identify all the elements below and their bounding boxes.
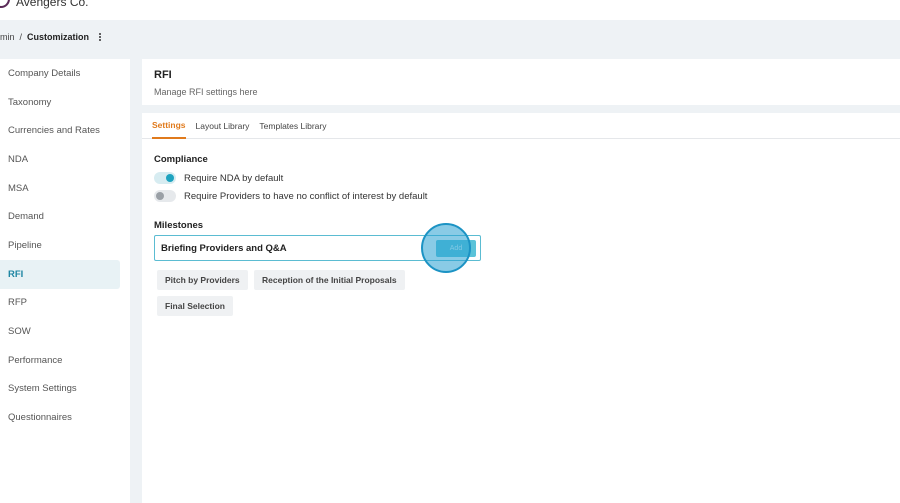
sidebar-item-label: Taxonomy <box>8 96 52 108</box>
sidebar: Company Details Taxonomy Currencies and … <box>0 59 130 503</box>
milestone-chip[interactable]: Pitch by Providers <box>157 270 248 290</box>
sidebar-item-label: NDA <box>8 153 29 165</box>
sidebar-item-label: SOW <box>8 326 31 338</box>
sidebar-item-msa[interactable]: MSA <box>0 174 120 203</box>
breadcrumb: min / Customization <box>0 32 103 42</box>
sidebar-item-nda[interactable]: NDA <box>0 145 120 174</box>
sidebar-item-label: RFI <box>8 268 24 280</box>
sidebar-item-rfi[interactable]: RFI <box>0 259 120 289</box>
breadcrumb-current: Customization <box>27 32 90 42</box>
sidebar-item-label: System Settings <box>8 383 77 395</box>
sidebar-item-label: Demand <box>8 211 44 223</box>
tab-templates-library[interactable]: Templates Library <box>259 113 326 139</box>
nda-toggle-label: Require NDA by default <box>184 172 284 184</box>
compliance-option-conflict: Require Providers to have no conflict of… <box>154 190 427 202</box>
sidebar-item-sow[interactable]: SOW <box>0 317 120 346</box>
milestones-title: Milestones <box>154 220 204 231</box>
company-logo-icon <box>0 0 10 8</box>
kebab-icon[interactable] <box>97 32 103 42</box>
sidebar-item-company-details[interactable]: Company Details <box>0 59 120 88</box>
page-header: RFI Manage RFI settings here <box>142 59 900 105</box>
sidebar-item-rfp[interactable]: RFP <box>0 289 120 318</box>
breadcrumb-parent[interactable]: min <box>0 32 15 42</box>
sidebar-item-label: Questionnaires <box>8 412 72 424</box>
compliance-title: Compliance <box>154 154 208 165</box>
brand[interactable]: Avengers Co. <box>0 0 89 9</box>
sidebar-item-performance[interactable]: Performance <box>0 346 120 375</box>
tab-settings[interactable]: Settings <box>152 113 186 139</box>
sidebar-item-system-settings[interactable]: System Settings <box>0 375 120 404</box>
compliance-option-nda: Require NDA by default <box>154 172 283 184</box>
sidebar-item-label: RFP <box>8 297 27 309</box>
sidebar-item-pipeline[interactable]: Pipeline <box>0 231 120 260</box>
sidebar-item-label: Currencies and Rates <box>8 125 100 137</box>
sidebar-item-label: Company Details <box>8 67 81 79</box>
toggle-knob <box>156 192 164 200</box>
top-bar: Avengers Co. <box>0 0 900 20</box>
page-title: RFI <box>154 69 172 81</box>
milestone-input-wrap: Add <box>154 235 481 261</box>
page-subtitle: Manage RFI settings here <box>154 87 258 97</box>
sidebar-item-label: MSA <box>8 182 29 194</box>
tab-bar: Settings Layout Library Templates Librar… <box>142 113 900 139</box>
tab-layout-library[interactable]: Layout Library <box>196 113 250 139</box>
sidebar-item-label: Performance <box>8 354 63 366</box>
conflict-toggle-label: Require Providers to have no conflict of… <box>184 190 428 202</box>
nda-toggle[interactable] <box>154 172 176 184</box>
sidebar-item-questionnaires[interactable]: Questionnaires <box>0 403 120 432</box>
sidebar-item-label: Pipeline <box>8 239 42 251</box>
sidebar-item-currencies[interactable]: Currencies and Rates <box>0 116 120 145</box>
milestone-input[interactable] <box>161 242 411 254</box>
conflict-toggle[interactable] <box>154 190 176 202</box>
breadcrumb-separator: / <box>19 32 23 42</box>
toggle-knob <box>166 174 174 182</box>
milestone-chip[interactable]: Final Selection <box>157 296 233 316</box>
settings-panel: Settings Layout Library Templates Librar… <box>142 113 900 503</box>
add-milestone-button[interactable]: Add <box>436 240 476 257</box>
company-name: Avengers Co. <box>16 0 89 9</box>
sidebar-item-taxonomy[interactable]: Taxonomy <box>0 88 120 117</box>
milestone-chip[interactable]: Reception of the Initial Proposals <box>254 270 405 290</box>
sidebar-item-demand[interactable]: Demand <box>0 202 120 231</box>
